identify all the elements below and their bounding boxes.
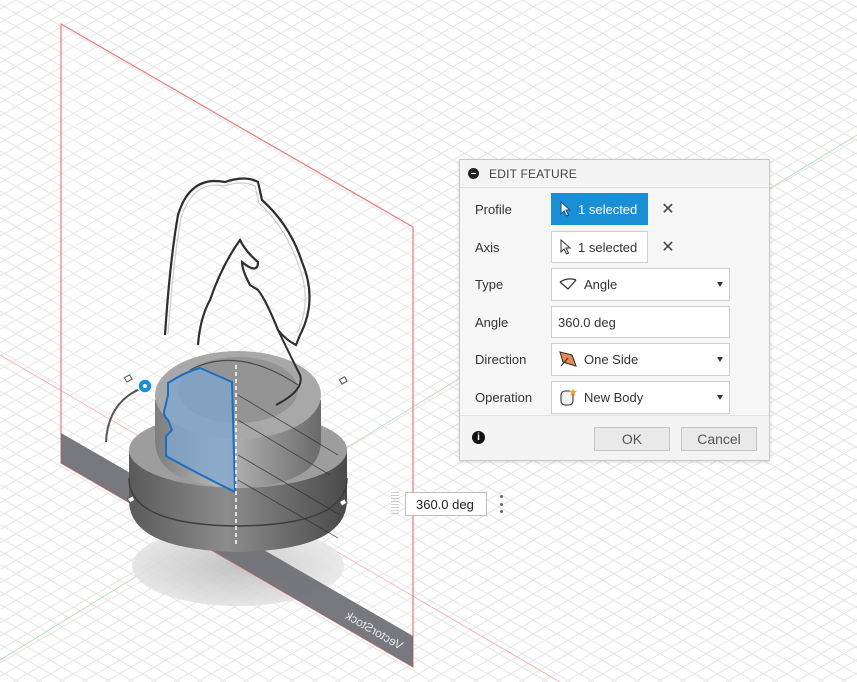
drag-grip-icon[interactable] (391, 492, 399, 516)
operation-value: New Body (584, 389, 644, 405)
rotation-handle-dot (143, 384, 147, 388)
cursor-icon (560, 239, 572, 255)
operation-row: Operation New Body (460, 378, 769, 416)
operation-dropdown[interactable]: New Body (551, 380, 730, 414)
ok-button[interactable]: OK (594, 427, 670, 451)
cursor-icon (560, 201, 572, 217)
info-icon[interactable]: i (472, 431, 485, 444)
chevron-down-icon (717, 394, 723, 400)
direction-label: Direction (475, 351, 527, 367)
cancel-button[interactable]: Cancel (681, 427, 757, 451)
direction-row: Direction One Side (460, 340, 769, 378)
direction-value: One Side (584, 351, 639, 367)
type-value: Angle (584, 276, 618, 292)
angle-icon (557, 274, 579, 294)
profile-row: Profile 1 selected ✕ (460, 190, 769, 228)
pawn-base-body (128, 351, 348, 552)
dialog-header: EDIT FEATURE (460, 160, 769, 188)
dialog-title: EDIT FEATURE (489, 166, 577, 181)
angle-row: Angle (460, 303, 769, 341)
clear-axis-icon[interactable]: ✕ (660, 237, 676, 257)
collapse-icon[interactable] (468, 168, 479, 179)
axis-label: Axis (475, 239, 500, 255)
direction-dropdown[interactable]: One Side (551, 342, 730, 376)
type-label: Type (475, 276, 504, 292)
canvas-angle-input-group: 360.0 deg (387, 490, 520, 518)
type-dropdown[interactable]: Angle (551, 267, 730, 301)
clear-profile-icon[interactable]: ✕ (660, 199, 676, 219)
profile-value: 1 selected (578, 201, 638, 217)
dialog-footer: i OK Cancel (460, 415, 769, 460)
axis-row: Axis 1 selected ✕ (460, 228, 769, 266)
axis-value: 1 selected (578, 239, 638, 255)
more-options-icon[interactable] (499, 495, 503, 513)
angle-label: Angle (475, 314, 509, 330)
canvas-angle-input[interactable]: 360.0 deg (405, 492, 487, 516)
axis-select-button[interactable]: 1 selected (551, 231, 648, 263)
one-side-icon (557, 349, 579, 369)
new-body-icon (557, 387, 579, 407)
edit-feature-dialog: EDIT FEATURE Profile 1 selected ✕ Axis 1… (459, 159, 770, 461)
profile-label: Profile (475, 201, 512, 217)
chevron-down-icon (717, 281, 723, 287)
operation-label: Operation (475, 389, 533, 405)
angle-input[interactable] (551, 306, 730, 338)
chevron-down-icon (717, 356, 723, 362)
type-row: Type Angle (460, 265, 769, 303)
profile-select-button[interactable]: 1 selected (551, 193, 648, 225)
